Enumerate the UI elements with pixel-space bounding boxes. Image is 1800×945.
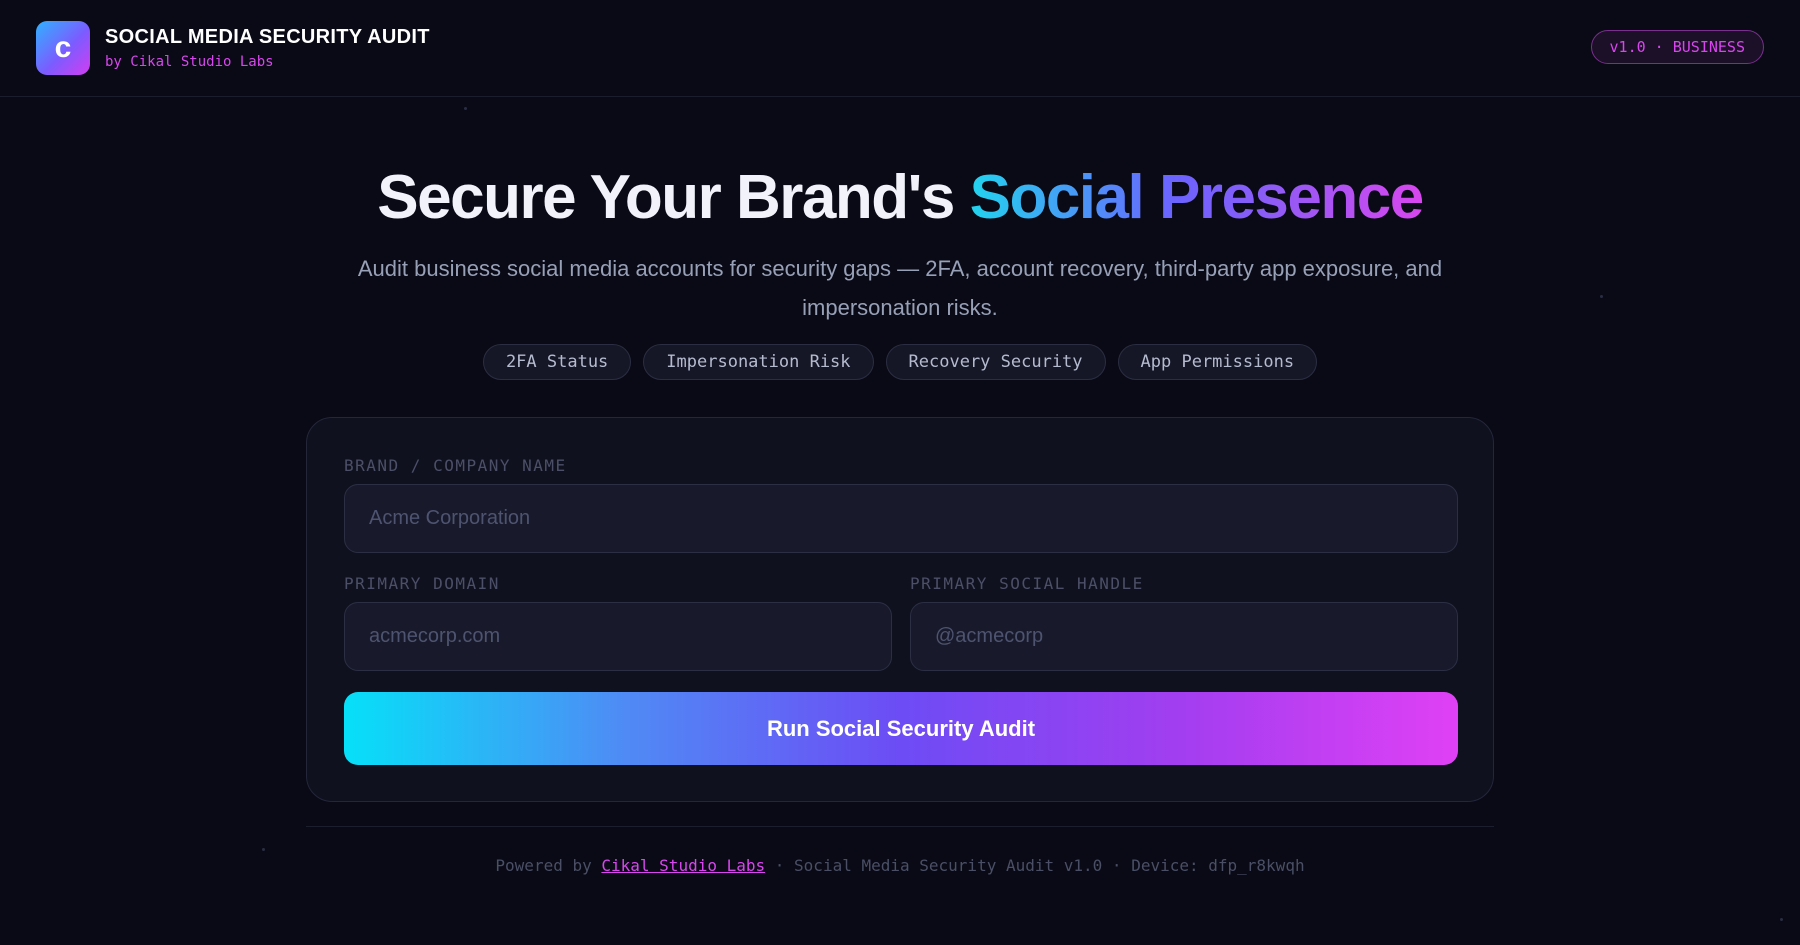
footer-suffix: · Social Media Security Audit v1.0 · Dev… bbox=[765, 856, 1305, 875]
brand[interactable]: c SOCIAL MEDIA SECURITY AUDIT by Cikal S… bbox=[36, 21, 430, 75]
primary-domain-label: PRIMARY DOMAIN bbox=[344, 574, 500, 593]
logo-letter: c bbox=[54, 31, 72, 64]
background-speck bbox=[262, 848, 265, 851]
background-speck bbox=[464, 107, 467, 110]
chip-2fa-status: 2FA Status bbox=[482, 344, 632, 380]
app-title: SOCIAL MEDIA SECURITY AUDIT bbox=[105, 26, 430, 48]
brand-name-label: BRAND / COMPANY NAME bbox=[344, 456, 567, 475]
hero-title: Secure Your Brand's Social Presence bbox=[0, 158, 1800, 238]
app-subtitle: by Cikal Studio Labs bbox=[105, 54, 274, 70]
hero-description: Audit business social media accounts for… bbox=[357, 256, 1443, 320]
version-badge: v1.0 · BUSINESS bbox=[1590, 30, 1764, 64]
brand-text: SOCIAL MEDIA SECURITY AUDIT by Cikal Stu… bbox=[105, 26, 430, 70]
footer: Powered by Cikal Studio Labs · Social Me… bbox=[0, 856, 1800, 875]
social-handle-label: PRIMARY SOCIAL HANDLE bbox=[910, 574, 1144, 593]
footer-prefix: Powered by bbox=[495, 856, 602, 875]
background-speck bbox=[1780, 918, 1783, 921]
hero-title-plain: Secure Your Brand's bbox=[377, 163, 970, 232]
footer-divider bbox=[306, 826, 1494, 827]
primary-domain-input[interactable] bbox=[344, 602, 892, 671]
brand-name-input[interactable] bbox=[344, 484, 1458, 553]
background-speck bbox=[1600, 295, 1603, 298]
feature-chips: 2FA Status Impersonation Risk Recovery S… bbox=[0, 344, 1800, 380]
cikal-studio-link[interactable]: Cikal Studio Labs bbox=[601, 856, 765, 875]
chip-recovery-security: Recovery Security bbox=[885, 344, 1106, 380]
social-handle-input[interactable] bbox=[910, 602, 1458, 671]
run-audit-button[interactable]: Run Social Security Audit bbox=[344, 692, 1458, 765]
app-header: c SOCIAL MEDIA SECURITY AUDIT by Cikal S… bbox=[0, 0, 1800, 97]
hero-title-highlight: Social Presence bbox=[969, 163, 1425, 232]
logo-icon: c bbox=[36, 21, 90, 75]
chip-app-permissions: App Permissions bbox=[1117, 344, 1318, 380]
audit-form: BRAND / COMPANY NAME PRIMARY DOMAIN PRIM… bbox=[306, 417, 1494, 802]
chip-impersonation-risk: Impersonation Risk bbox=[643, 344, 874, 380]
